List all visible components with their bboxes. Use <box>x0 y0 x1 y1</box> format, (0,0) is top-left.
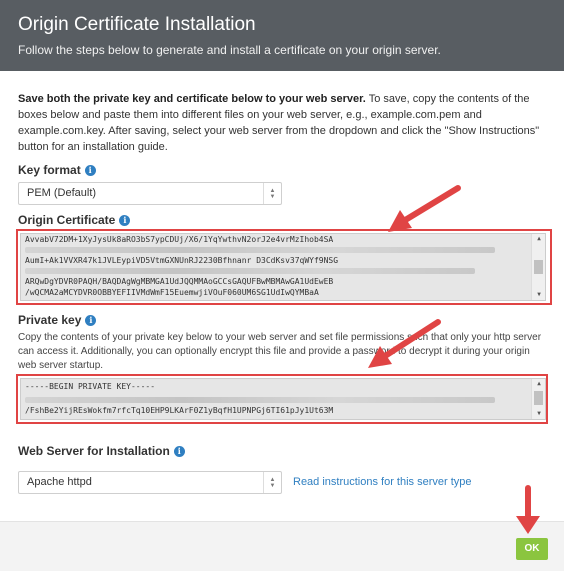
origin-certificate-label: Origin Certificate i <box>18 213 131 227</box>
info-icon[interactable]: i <box>119 214 131 226</box>
annotation-arrow-icon <box>368 319 441 368</box>
info-icon[interactable]: i <box>85 314 97 326</box>
ok-button[interactable]: OK <box>516 538 548 560</box>
annotation-arrow-icon <box>516 485 540 534</box>
read-instructions-link[interactable]: Read instructions for this server type <box>293 476 472 488</box>
modal-subtitle: Follow the steps below to generate and i… <box>18 43 441 57</box>
annotation-arrow-icon <box>388 185 461 232</box>
private-key-highlight-box <box>16 374 548 424</box>
intro-bold: Save both the private key and certificat… <box>18 93 366 105</box>
info-icon[interactable]: i <box>173 445 185 457</box>
select-arrows-icon: ▲ ▼ <box>263 472 281 493</box>
select-arrows-icon: ▲ ▼ <box>263 183 281 204</box>
intro-text: Save both the private key and certificat… <box>18 91 546 155</box>
modal-header: Origin Certificate Installation Follow t… <box>0 0 564 71</box>
key-format-select[interactable]: PEM (Default) ▲ ▼ <box>18 182 282 205</box>
info-icon[interactable]: i <box>84 164 96 176</box>
certificate-highlight-box <box>16 229 552 305</box>
web-server-select[interactable]: Apache httpd ▲ ▼ <box>18 471 282 494</box>
private-key-label: Private key i <box>18 313 97 327</box>
modal-footer <box>0 521 564 571</box>
private-key-description: Copy the contents of your private key be… <box>18 332 542 371</box>
key-format-value: PEM (Default) <box>27 187 97 199</box>
modal-title: Origin Certificate Installation <box>18 14 256 35</box>
web-server-label: Web Server for Installation i <box>18 444 185 458</box>
key-format-label: Key format i <box>18 163 96 177</box>
web-server-value: Apache httpd <box>27 476 92 488</box>
